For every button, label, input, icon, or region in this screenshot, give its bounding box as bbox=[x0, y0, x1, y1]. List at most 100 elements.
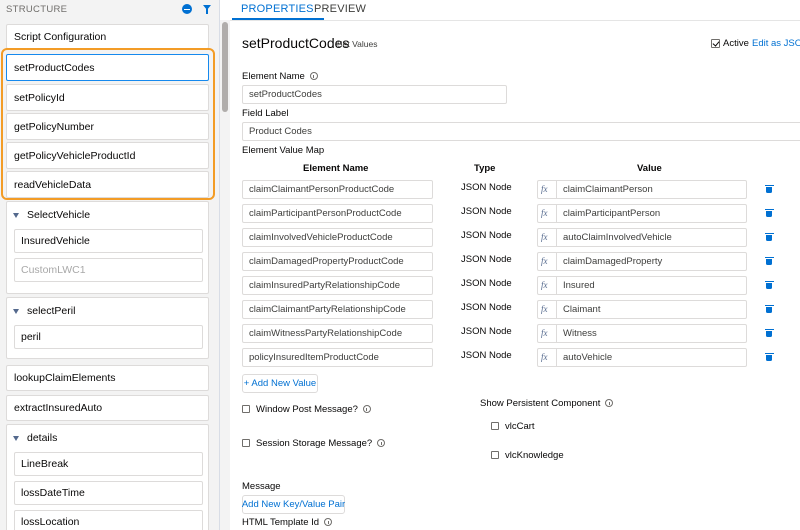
html-template-id-label: HTML Template Id bbox=[242, 517, 333, 528]
row-type: JSON Node bbox=[461, 230, 512, 241]
row-element-name-input[interactable]: claimDamagedPropertyProductCode bbox=[242, 252, 433, 271]
window-post-message-checkbox[interactable] bbox=[242, 405, 250, 413]
input-value: setProductCodes bbox=[249, 89, 322, 100]
input-value: claimWitnessPartyRelationshipCode bbox=[249, 328, 403, 339]
group-label: SelectVehicle bbox=[27, 209, 91, 221]
info-icon[interactable] bbox=[324, 518, 333, 526]
row-value: Claimant bbox=[563, 304, 601, 315]
edit-as-json-link[interactable]: Edit as JSON bbox=[752, 38, 800, 49]
structure-item-lookupclaimelements[interactable]: lookupClaimElements bbox=[6, 365, 209, 391]
structure-group-details[interactable]: details LineBreak lossDateTime lossLocat… bbox=[6, 424, 209, 530]
structure-scrollbar-thumb[interactable] bbox=[222, 22, 228, 112]
child-label: LineBreak bbox=[21, 458, 69, 470]
fx-divider bbox=[556, 253, 557, 270]
fx-divider bbox=[556, 205, 557, 222]
row-element-name-input[interactable]: claimInsuredPartyRelationshipCode bbox=[242, 276, 433, 295]
selection-highlight bbox=[1, 48, 215, 200]
formula-fx-icon[interactable]: fx bbox=[541, 208, 548, 218]
formula-fx-icon[interactable]: fx bbox=[541, 232, 548, 242]
structure-item-extractinsuredauto[interactable]: extractInsuredAuto bbox=[6, 395, 209, 421]
fx-divider bbox=[556, 301, 557, 318]
row-element-name-input[interactable]: claimClaimantPersonProductCode bbox=[242, 180, 433, 199]
group-header[interactable]: selectPeril bbox=[13, 298, 75, 324]
row-type: JSON Node bbox=[461, 350, 512, 361]
child-label: lossDateTime bbox=[21, 487, 85, 499]
row-type: JSON Node bbox=[461, 326, 512, 337]
child-label: CustomLWC1 bbox=[21, 264, 86, 276]
trash-icon[interactable] bbox=[764, 280, 774, 289]
row-element-name-input[interactable]: claimWitnessPartyRelationshipCode bbox=[242, 324, 433, 343]
info-icon[interactable] bbox=[362, 405, 371, 413]
add-new-value-button[interactable]: + Add New Value bbox=[242, 374, 318, 393]
row-element-name-input[interactable]: claimClaimantPartyRelationshipCode bbox=[242, 300, 433, 319]
row-element-name-input[interactable]: policyInsuredItemProductCode bbox=[242, 348, 433, 367]
tab-properties[interactable]: PROPERTIES bbox=[241, 3, 314, 15]
structure-group-selectperil[interactable]: selectPeril peril bbox=[6, 297, 209, 359]
structure-child-losslocation[interactable]: lossLocation bbox=[14, 510, 203, 530]
element-type: Set Values bbox=[337, 39, 378, 49]
row-value: Insured bbox=[563, 280, 595, 291]
trash-icon[interactable] bbox=[764, 352, 774, 361]
info-icon[interactable] bbox=[309, 72, 318, 80]
chevron-down-icon[interactable] bbox=[13, 308, 19, 314]
fx-divider bbox=[556, 325, 557, 342]
formula-fx-icon[interactable]: fx bbox=[541, 280, 548, 290]
row-value: autoClaimInvolvedVehicle bbox=[563, 232, 672, 243]
filter-icon[interactable] bbox=[203, 5, 211, 14]
fx-divider bbox=[556, 277, 557, 294]
structure-child-lossdatetime[interactable]: lossDateTime bbox=[14, 481, 203, 505]
fx-divider bbox=[556, 349, 557, 366]
structure-child-insuredvehicle[interactable]: InsuredVehicle bbox=[14, 229, 203, 253]
row-value: claimParticipantPerson bbox=[563, 208, 661, 219]
trash-icon[interactable] bbox=[764, 184, 774, 193]
formula-fx-icon[interactable]: fx bbox=[541, 352, 548, 362]
trash-icon[interactable] bbox=[764, 232, 774, 241]
vlcknowledge-checkbox[interactable] bbox=[491, 451, 499, 459]
trash-icon[interactable] bbox=[764, 304, 774, 313]
formula-fx-icon[interactable]: fx bbox=[541, 304, 548, 314]
element-name-input[interactable]: setProductCodes bbox=[242, 85, 507, 104]
field-label-label: Field Label bbox=[242, 108, 289, 119]
formula-fx-icon[interactable]: fx bbox=[541, 328, 548, 338]
minus-circle-icon[interactable] bbox=[182, 4, 192, 14]
formula-fx-icon[interactable]: fx bbox=[541, 256, 548, 266]
chevron-down-icon[interactable] bbox=[13, 435, 19, 441]
group-header[interactable]: details bbox=[13, 425, 57, 451]
row-element-name-input[interactable]: claimInvolvedVehicleProductCode bbox=[242, 228, 433, 247]
row-element-name-input[interactable]: claimParticipantPersonProductCode bbox=[242, 204, 433, 223]
session-storage-message-checkbox[interactable] bbox=[242, 439, 250, 447]
column-header-value: Value bbox=[637, 163, 662, 174]
formula-fx-icon[interactable]: fx bbox=[541, 184, 548, 194]
tab-preview[interactable]: PREVIEW bbox=[314, 3, 366, 15]
structure-item-script-configuration[interactable]: Script Configuration bbox=[6, 24, 209, 49]
active-label: Active bbox=[723, 38, 749, 49]
field-label-input[interactable]: Product Codes bbox=[242, 122, 800, 141]
info-icon[interactable] bbox=[605, 399, 614, 407]
structure-title: STRUCTURE bbox=[6, 4, 68, 15]
row-type: JSON Node bbox=[461, 254, 512, 265]
chevron-down-icon[interactable] bbox=[13, 212, 19, 218]
trash-icon[interactable] bbox=[764, 256, 774, 265]
fx-divider bbox=[556, 229, 557, 246]
info-icon[interactable] bbox=[377, 439, 386, 447]
active-checkbox[interactable] bbox=[711, 39, 720, 48]
add-key-value-pair-button[interactable]: Add New Key/Value Pair bbox=[242, 495, 345, 514]
group-header[interactable]: SelectVehicle bbox=[13, 202, 90, 228]
structure-group-selectvehicle[interactable]: SelectVehicle InsuredVehicle CustomLWC1 bbox=[6, 201, 209, 294]
vlccart-checkbox[interactable] bbox=[491, 422, 499, 430]
structure-child-peril[interactable]: peril bbox=[14, 325, 203, 349]
label-text: Window Post Message? bbox=[256, 404, 358, 415]
structure-item-label: Script Configuration bbox=[14, 30, 107, 43]
input-value: claimInsuredPartyRelationshipCode bbox=[249, 280, 401, 291]
trash-icon[interactable] bbox=[764, 328, 774, 337]
row-type: JSON Node bbox=[461, 302, 512, 313]
structure-child-linebreak[interactable]: LineBreak bbox=[14, 452, 203, 476]
message-label: Message bbox=[242, 481, 281, 492]
column-header-element-name: Element Name bbox=[303, 163, 369, 174]
structure-child-customlwc1[interactable]: CustomLWC1 bbox=[14, 258, 203, 282]
row-value: claimClaimantPerson bbox=[563, 184, 653, 195]
trash-icon[interactable] bbox=[764, 208, 774, 217]
input-value: claimClaimantPersonProductCode bbox=[249, 184, 395, 195]
input-value: claimInvolvedVehicleProductCode bbox=[249, 232, 393, 243]
input-value: claimParticipantPersonProductCode bbox=[249, 208, 402, 219]
